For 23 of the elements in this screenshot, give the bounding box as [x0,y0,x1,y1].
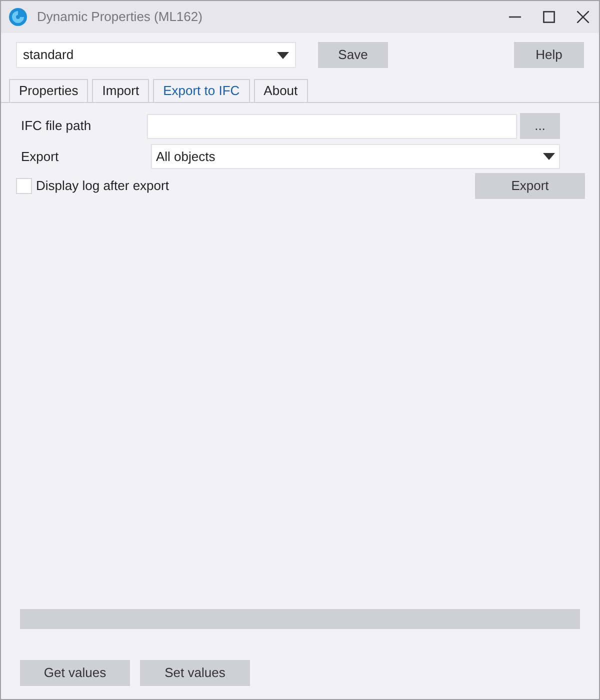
app-logo-icon [7,6,29,28]
export-dropdown[interactable]: All objects [151,144,560,169]
tab[interactable]: About [254,79,308,102]
field-label: IFC file path [21,117,92,136]
profile-dropdown[interactable]: standard [16,42,296,68]
tab[interactable]: Export to IFC [153,79,250,102]
tab[interactable]: Import [92,79,150,102]
tab[interactable]: Properties [9,79,88,102]
button[interactable]: Set values [140,660,250,686]
maximize-icon[interactable] [543,11,555,23]
button[interactable]: Get values [20,660,130,686]
file-path-field[interactable] [147,114,517,138]
checkbox[interactable] [16,178,32,194]
button[interactable]: Export [475,173,585,199]
window-title: Dynamic Properties (ML162) [37,8,202,26]
close-icon[interactable] [577,11,589,23]
dropdown-caret-icon [543,153,555,160]
button[interactable]: ... [520,113,560,139]
button[interactable]: Save [318,42,388,68]
button[interactable]: Help [514,42,584,68]
dropdown-caret-icon [277,52,289,58]
field-label: Export [21,148,60,166]
checkbox-label: Display log after export [36,177,169,196]
